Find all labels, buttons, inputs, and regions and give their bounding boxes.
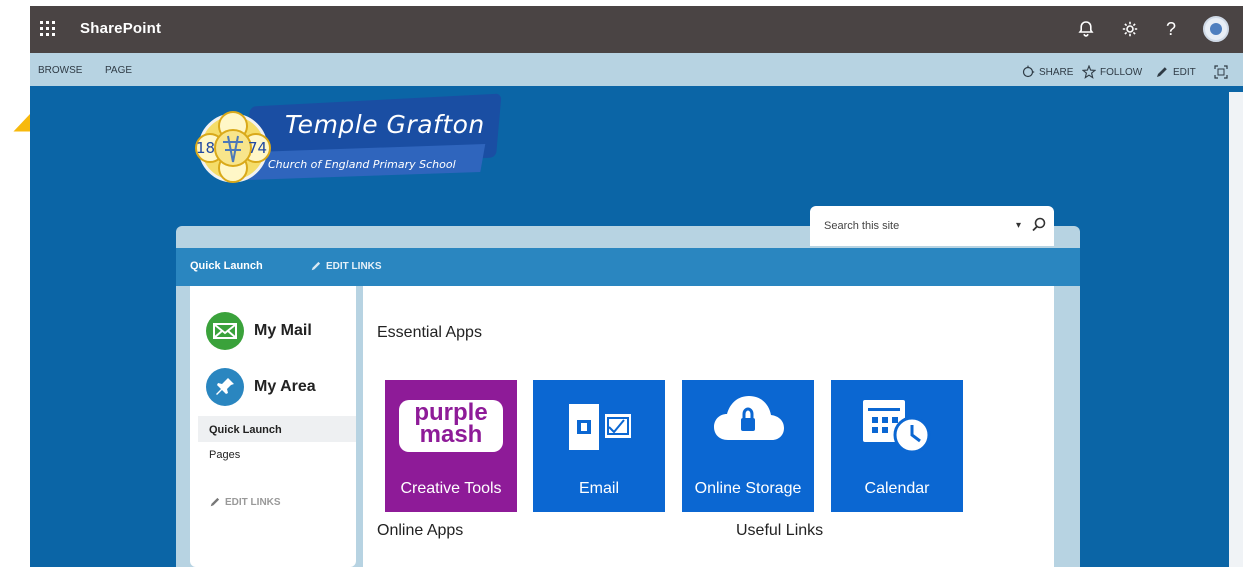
school-crest-icon: 18 74: [195, 111, 271, 183]
online-storage-tile[interactable]: Online Storage: [682, 380, 814, 512]
calendar-tile[interactable]: Calendar: [831, 380, 963, 512]
purple-mash-logo: purple mash: [399, 400, 503, 452]
sharepoint-title[interactable]: SharePoint: [80, 20, 161, 37]
pencil-icon: [1157, 67, 1167, 77]
envelope-icon: [206, 312, 244, 350]
ribbon-browse-tab[interactable]: BROWSE: [38, 65, 82, 76]
star-icon: [1082, 65, 1096, 79]
logo-year-left: 18: [196, 139, 215, 157]
pencil-icon: [210, 497, 220, 507]
share-label: SHARE: [1039, 66, 1074, 78]
nav-pages[interactable]: Pages: [209, 449, 240, 461]
calendar-clock-icon: [863, 400, 931, 454]
follow-label: FOLLOW: [1100, 66, 1143, 78]
focus-icon: [1214, 65, 1228, 79]
user-avatar[interactable]: [1203, 16, 1229, 42]
useful-links-heading: Useful Links: [736, 522, 824, 539]
quick-launch-bar: Quick Launch EDIT LINKS: [176, 248, 1080, 286]
settings-gear-icon[interactable]: [1119, 18, 1141, 40]
edit-button[interactable]: EDIT: [1155, 65, 1196, 79]
share-icon: [1022, 65, 1035, 78]
ribbon-bar: BROWSE PAGE SHARE FOLLOW EDIT: [30, 53, 1243, 86]
edit-links-button[interactable]: EDIT LINKS: [310, 260, 382, 272]
search-icon[interactable]: [1030, 216, 1048, 234]
nav-quick-launch[interactable]: Quick Launch: [209, 424, 282, 436]
my-area-link[interactable]: My Area: [206, 368, 316, 406]
edit-links-label: EDIT LINKS: [326, 260, 382, 272]
purple-mash-brand-bottom: mash: [419, 421, 483, 448]
email-label: Email: [578, 480, 619, 498]
ribbon-page-tab[interactable]: PAGE: [105, 65, 132, 76]
my-area-label: My Area: [254, 378, 316, 395]
site-search-box[interactable]: Search this site ▾: [810, 206, 1054, 246]
left-edit-links-label: EDIT LINKS: [225, 496, 281, 508]
edit-label: EDIT: [1173, 66, 1196, 78]
search-scope-dropdown-icon[interactable]: ▾: [1016, 220, 1021, 231]
suite-bar: SharePoint ?: [30, 6, 1243, 53]
share-button[interactable]: SHARE: [1021, 65, 1073, 79]
cloud-lock-icon: [714, 396, 784, 440]
creative-tools-tile[interactable]: purple mash Creative Tools: [385, 380, 517, 512]
school-name: Temple Grafton: [285, 110, 485, 139]
site-logo[interactable]: 18 74 Temple Grafton Church of England P…: [190, 93, 502, 204]
school-subtitle: Church of England Primary School: [268, 158, 456, 171]
pin-icon: [206, 368, 244, 406]
search-input[interactable]: Search this site: [824, 220, 899, 232]
help-icon[interactable]: ?: [1160, 18, 1182, 40]
left-navigation: My Mail My Area Quick Launch Pages EDIT …: [190, 286, 356, 567]
essential-apps-heading: Essential Apps: [377, 324, 482, 341]
follow-button[interactable]: FOLLOW: [1082, 65, 1142, 79]
page-scrollbar[interactable]: [1229, 92, 1243, 567]
focus-mode-button[interactable]: [1214, 65, 1228, 79]
creative-tools-label: Creative Tools: [400, 480, 502, 498]
email-tile[interactable]: Email: [533, 380, 665, 512]
pencil-icon: [311, 261, 321, 271]
app-launcher-icon[interactable]: [40, 21, 56, 37]
notification-bell-icon[interactable]: [1075, 18, 1097, 40]
left-edit-links-button[interactable]: EDIT LINKS: [209, 496, 281, 508]
outlook-icon: [569, 404, 631, 450]
logo-year-right: 74: [248, 139, 267, 157]
online-storage-label: Online Storage: [694, 480, 802, 498]
main-content: Essential Apps purple mash Creative Tool…: [363, 286, 1054, 567]
my-mail-link[interactable]: My Mail: [206, 312, 312, 350]
online-apps-heading: Online Apps: [377, 522, 464, 539]
sharepoint-window: SharePoint ? BROWSE PAGE SHARE FOLLOW ED…: [30, 6, 1243, 567]
my-mail-label: My Mail: [254, 322, 312, 339]
calendar-label: Calendar: [864, 480, 930, 498]
quick-launch-title[interactable]: Quick Launch: [190, 260, 263, 272]
